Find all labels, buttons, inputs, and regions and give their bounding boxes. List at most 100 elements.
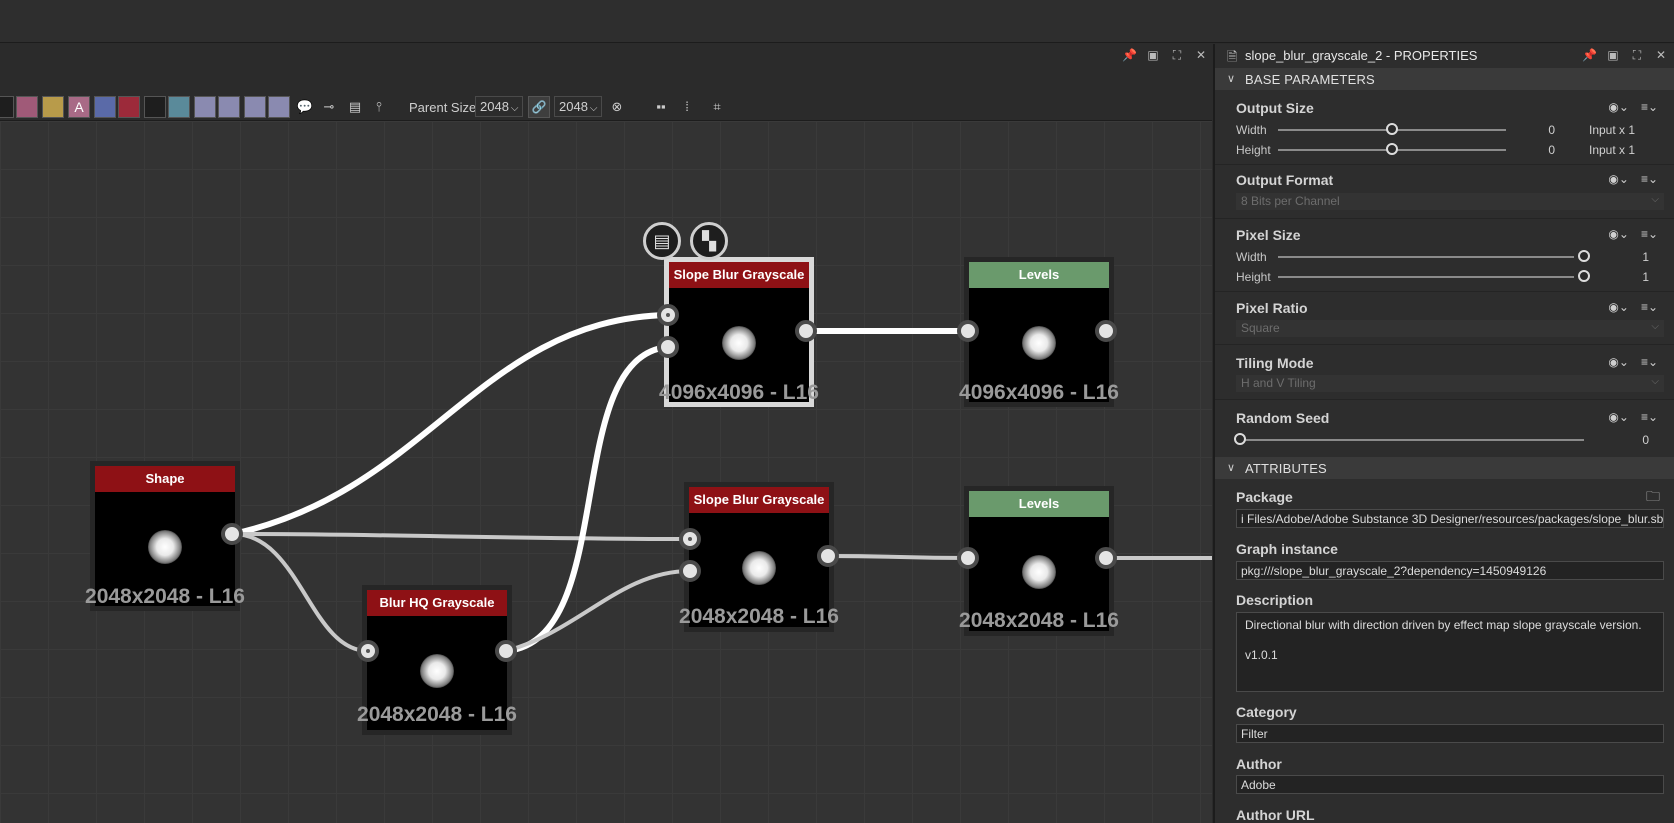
node-resolution: 2048x2048 - L16	[357, 703, 517, 726]
align-horizontal-icon[interactable]: ▪▪	[652, 98, 670, 116]
author-url-label: Author URL	[1236, 807, 1315, 823]
pin-icon[interactable]: 📌	[1122, 48, 1137, 62]
graph-instance-field[interactable]: pkg:///slope_blur_grayscale_2?dependency…	[1236, 561, 1664, 580]
section-base-parameters[interactable]: ∨ BASE PARAMETERS	[1215, 68, 1674, 90]
random-seed-value[interactable]: 0	[1619, 433, 1649, 447]
size-dropdown[interactable]: 2048 ⌵	[554, 96, 602, 117]
parent-size-label: Parent Size	[409, 100, 477, 115]
fill-node-button[interactable]	[118, 96, 140, 118]
warning-node-button[interactable]	[42, 96, 64, 118]
expose-parameter-icon[interactable]: ◉⌄	[1608, 410, 1629, 424]
input-port[interactable]	[357, 640, 379, 662]
input-port[interactable]	[657, 336, 679, 358]
parameter-menu-icon[interactable]: ≡⌄	[1641, 355, 1658, 369]
wire-slopeblur2-to-levels2[interactable]	[827, 554, 969, 560]
float-panel-icon[interactable]: ▣	[1146, 48, 1160, 62]
pixel-height-slider[interactable]	[1278, 276, 1574, 278]
input-port[interactable]	[957, 320, 979, 342]
slider-knob[interactable]	[1578, 250, 1590, 262]
transform-node-button[interactable]	[94, 96, 116, 118]
output-height-value[interactable]: 0	[1525, 143, 1555, 157]
output-port[interactable]	[1095, 320, 1117, 342]
slider-knob[interactable]	[1234, 433, 1246, 445]
link-size-icon[interactable]: 🔗	[528, 96, 550, 118]
tiling-mode-dropdown[interactable]: H and V Tiling ⌵	[1236, 375, 1664, 392]
pin-icon[interactable]: 📌	[1582, 48, 1597, 62]
parameter-menu-icon[interactable]: ≡⌄	[1641, 172, 1658, 186]
align-vertical-icon[interactable]: ⁞	[678, 98, 696, 116]
expose-parameter-icon[interactable]: ◉⌄	[1608, 300, 1629, 314]
parameter-menu-icon[interactable]: ≡⌄	[1641, 100, 1658, 114]
output-port[interactable]	[495, 640, 517, 662]
pixel-width-value[interactable]: 1	[1619, 250, 1649, 264]
input-port[interactable]	[957, 547, 979, 569]
package-field[interactable]: i Files/Adobe/Adobe Substance 3D Designe…	[1236, 509, 1664, 528]
close-icon[interactable]: ✕	[1194, 48, 1208, 62]
output-format-dropdown[interactable]: 8 Bits per Channel ⌵	[1236, 193, 1664, 210]
comment-icon[interactable]: 💬	[296, 98, 314, 116]
pin-node-icon[interactable]: ⫯	[370, 98, 388, 116]
slider-knob[interactable]	[1578, 270, 1590, 282]
author-field[interactable]: Adobe	[1236, 775, 1664, 794]
wire-shape-to-slopeblur2[interactable]	[232, 532, 691, 541]
checker-preview-icon[interactable]: ▚	[690, 222, 728, 260]
expose-parameter-icon[interactable]: ◉⌄	[1608, 172, 1629, 186]
parameter-menu-icon[interactable]: ≡⌄	[1641, 227, 1658, 241]
split-node-button[interactable]	[218, 96, 240, 118]
pixel-width-slider[interactable]	[1278, 256, 1574, 258]
node-graph-canvas[interactable]: Slope Blur Grayscale 4096x4096 - L16 ▤ ▚…	[0, 120, 1212, 823]
blend-node-button[interactable]	[194, 96, 216, 118]
category-field[interactable]: Filter	[1236, 724, 1664, 743]
output-width-suffix[interactable]: Input x 1	[1589, 123, 1635, 137]
output-port[interactable]	[817, 545, 839, 567]
frame-icon[interactable]: ▤	[346, 98, 364, 116]
node-resolution: 2048x2048 - L16	[85, 585, 245, 608]
expose-parameter-icon[interactable]: ◉⌄	[1608, 227, 1629, 241]
output-port[interactable]	[1095, 547, 1117, 569]
collapse-arrow-icon: ∨	[1227, 73, 1236, 85]
value-node-button[interactable]	[144, 96, 166, 118]
document-icon[interactable]: ▤	[643, 222, 681, 260]
curve-node-button[interactable]	[16, 96, 38, 118]
snap-grid-icon[interactable]: ⌗	[708, 98, 726, 116]
input-port[interactable]	[679, 528, 701, 550]
properties-title: slope_blur_grayscale_2 - PROPERTIES	[1245, 48, 1478, 63]
slider-knob[interactable]	[1386, 123, 1398, 135]
expose-parameter-icon[interactable]: ◉⌄	[1608, 355, 1629, 369]
maximize-icon[interactable]: ⛶	[1630, 48, 1644, 62]
node-title: Levels	[969, 262, 1109, 288]
pixel-ratio-dropdown[interactable]: Square ⌵	[1236, 320, 1664, 337]
section-label: BASE PARAMETERS	[1245, 72, 1375, 87]
output-height-suffix[interactable]: Input x 1	[1589, 143, 1635, 157]
parameter-menu-icon[interactable]: ≡⌄	[1641, 300, 1658, 314]
node-thumbnail	[1022, 326, 1056, 361]
output-node-button[interactable]	[268, 96, 290, 118]
output-port[interactable]	[795, 320, 817, 342]
maximize-icon[interactable]: ⛶	[1170, 48, 1184, 62]
parameter-menu-icon[interactable]: ≡⌄	[1641, 410, 1658, 424]
random-seed-slider[interactable]	[1236, 439, 1584, 441]
folder-icon[interactable]: 🗀	[1646, 486, 1660, 510]
divider	[1215, 218, 1674, 219]
close-icon[interactable]: ✕	[1654, 48, 1668, 62]
output-width-value[interactable]: 0	[1525, 123, 1555, 137]
noise-node-button[interactable]	[0, 96, 14, 118]
expose-parameter-icon[interactable]: ◉⌄	[1608, 100, 1629, 114]
reroute-icon[interactable]: ⊸	[320, 98, 338, 116]
input-port[interactable]	[679, 560, 701, 582]
section-attributes[interactable]: ∨ ATTRIBUTES	[1215, 457, 1674, 479]
description-field[interactable]: Directional blur with direction driven b…	[1236, 612, 1664, 692]
reset-icon[interactable]: ⊗	[608, 98, 626, 116]
node-resolution: 2048x2048 - L16	[679, 605, 839, 628]
node-thumbnail	[148, 530, 182, 565]
text-node-button[interactable]: A	[68, 96, 90, 118]
switch-node-button[interactable]	[244, 96, 266, 118]
parent-size-dropdown[interactable]: 2048 ⌵	[475, 96, 523, 117]
app-top-bar	[0, 0, 1674, 43]
output-port[interactable]	[221, 523, 243, 545]
grid-node-button[interactable]	[168, 96, 190, 118]
pixel-height-value[interactable]: 1	[1619, 270, 1649, 284]
float-panel-icon[interactable]: ▣	[1606, 48, 1620, 62]
input-port[interactable]	[657, 304, 679, 326]
slider-knob[interactable]	[1386, 143, 1398, 155]
